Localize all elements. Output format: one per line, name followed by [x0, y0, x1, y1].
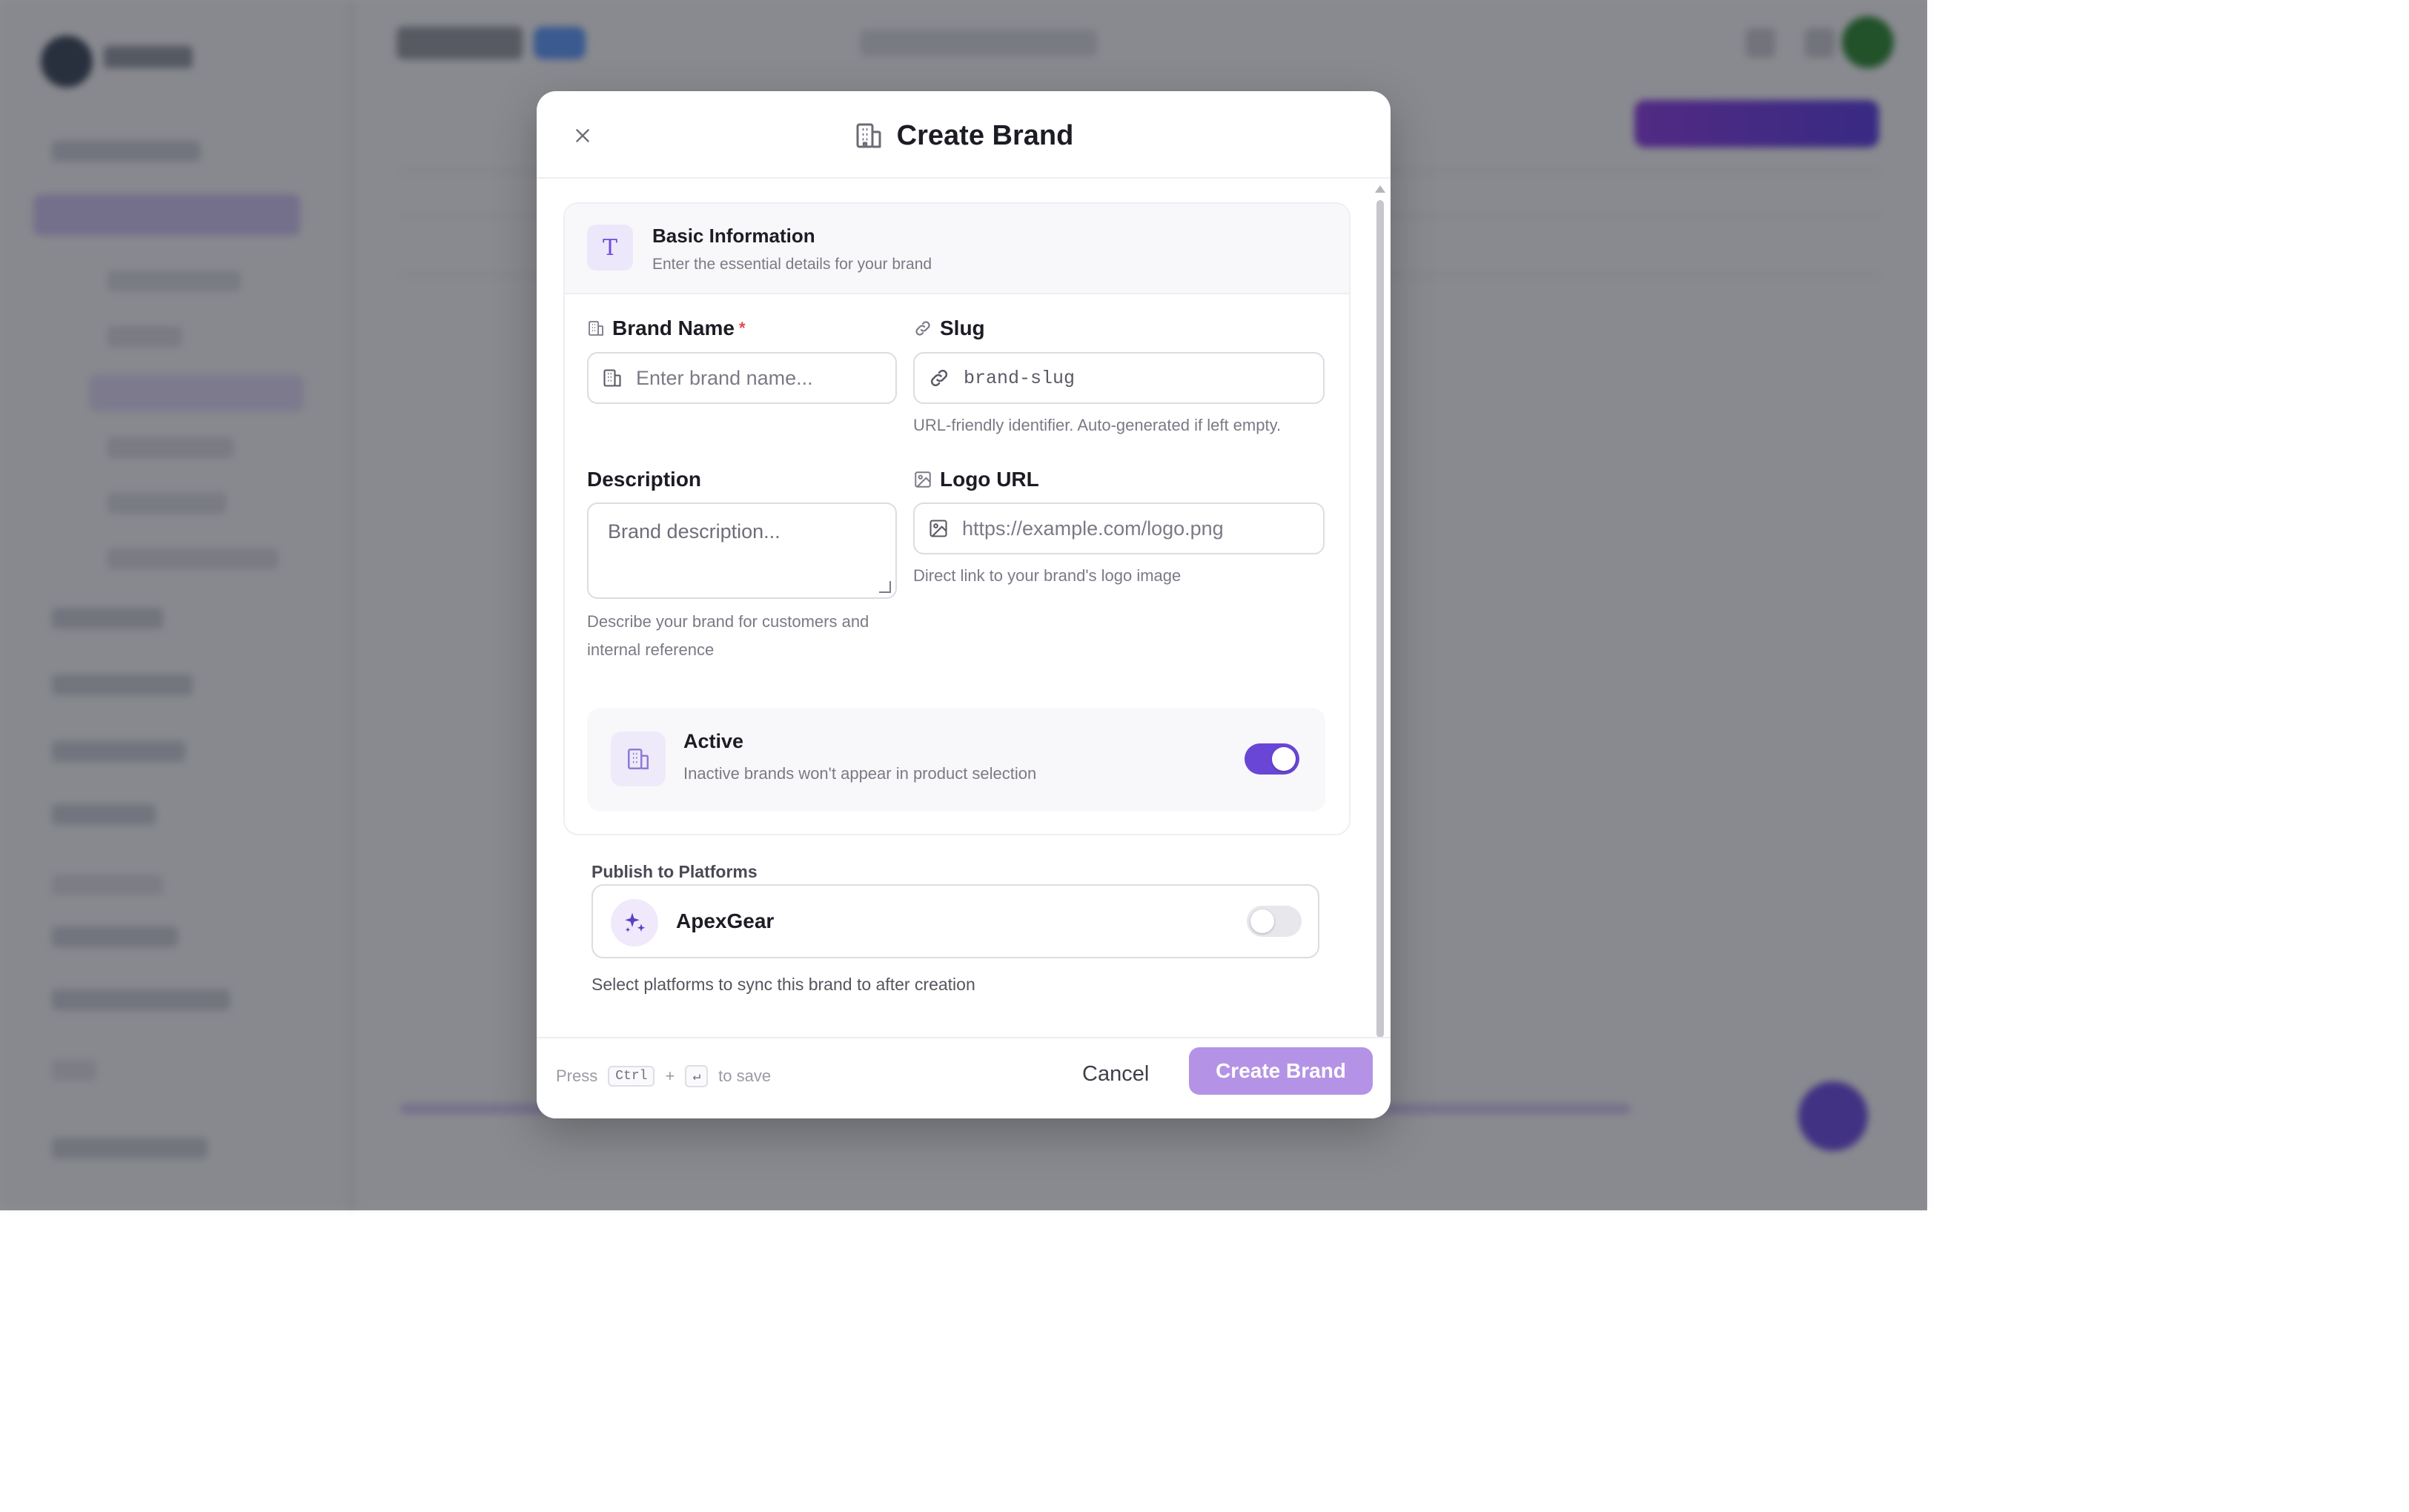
- logo-url-label: Logo URL: [913, 468, 1039, 491]
- description-label: Description: [587, 468, 701, 491]
- active-toggle[interactable]: [1245, 743, 1299, 775]
- description-label-text: Description: [587, 468, 702, 491]
- create-brand-dialog: Create Brand T Basic Information Enter t…: [537, 91, 1391, 1118]
- description-field[interactable]: [587, 503, 897, 599]
- image-icon: [913, 470, 932, 489]
- cancel-button[interactable]: Cancel: [1082, 1062, 1149, 1087]
- logo-url-input[interactable]: [961, 516, 1323, 541]
- description-hint: Describe your brand for customers and in…: [587, 612, 869, 659]
- create-brand-button[interactable]: Create Brand: [1189, 1047, 1373, 1095]
- kbd-ctrl: Ctrl: [608, 1066, 655, 1087]
- modal-footer: Press Ctrl + ↵ to save Cancel Create Bra…: [537, 1037, 1391, 1118]
- slug-hint: URL-friendly identifier. Auto-generated …: [913, 416, 1282, 434]
- section-subtitle: Enter the essential details for your bra…: [652, 256, 932, 273]
- required-mark: *: [738, 319, 746, 337]
- image-icon: [928, 518, 949, 539]
- resize-grip-icon[interactable]: [879, 581, 891, 593]
- link-icon: [928, 367, 950, 389]
- slug-input[interactable]: [962, 366, 1323, 390]
- active-subtitle: Inactive brands won't appear in product …: [683, 764, 1037, 783]
- basic-information-section: T Basic Information Enter the essential …: [563, 202, 1351, 835]
- logo-url-hint: Direct link to your brand's logo image: [913, 566, 1182, 585]
- logo-url-label-text: Logo URL: [940, 468, 1039, 491]
- slug-field[interactable]: [913, 352, 1325, 404]
- building-icon: [611, 732, 666, 786]
- building-icon: [587, 319, 605, 337]
- slug-label-text: Slug: [940, 316, 985, 339]
- building-icon: [602, 368, 623, 388]
- sparkles-icon: [611, 899, 658, 946]
- slug-label: Slug: [913, 316, 985, 340]
- active-setting-card: Active Inactive brands won't appear in p…: [587, 708, 1325, 812]
- logo-url-field[interactable]: [913, 503, 1325, 554]
- section-title: Basic Information: [652, 225, 815, 247]
- modal-body: T Basic Information Enter the essential …: [537, 91, 1391, 1118]
- publish-label: Publish to Platforms: [592, 862, 758, 881]
- link-icon: [913, 319, 932, 338]
- brand-name-label: Brand Name *: [587, 316, 746, 340]
- shortcut-press: Press: [556, 1067, 598, 1085]
- section-header: T Basic Information Enter the essential …: [565, 204, 1349, 294]
- brand-name-field[interactable]: [587, 352, 897, 404]
- kbd-enter-icon: ↵: [685, 1065, 709, 1087]
- active-title: Active: [683, 730, 744, 752]
- shortcut-plus: +: [665, 1067, 675, 1085]
- shortcut-to-save: to save: [718, 1067, 772, 1085]
- platform-toggle[interactable]: [1247, 906, 1302, 937]
- platform-item[interactable]: ApexGear: [592, 884, 1319, 958]
- publish-hint: Select platforms to sync this brand to a…: [592, 975, 975, 994]
- description-textarea[interactable]: [606, 519, 881, 586]
- brand-name-label-text: Brand Name: [612, 316, 735, 339]
- keyboard-shortcut-hint: Press Ctrl + ↵ to save: [556, 1065, 771, 1087]
- brand-name-input[interactable]: [634, 365, 895, 391]
- toggle-knob: [1272, 747, 1296, 771]
- type-icon: T: [587, 225, 633, 271]
- platform-name: ApexGear: [676, 909, 775, 932]
- toggle-knob: [1250, 909, 1274, 933]
